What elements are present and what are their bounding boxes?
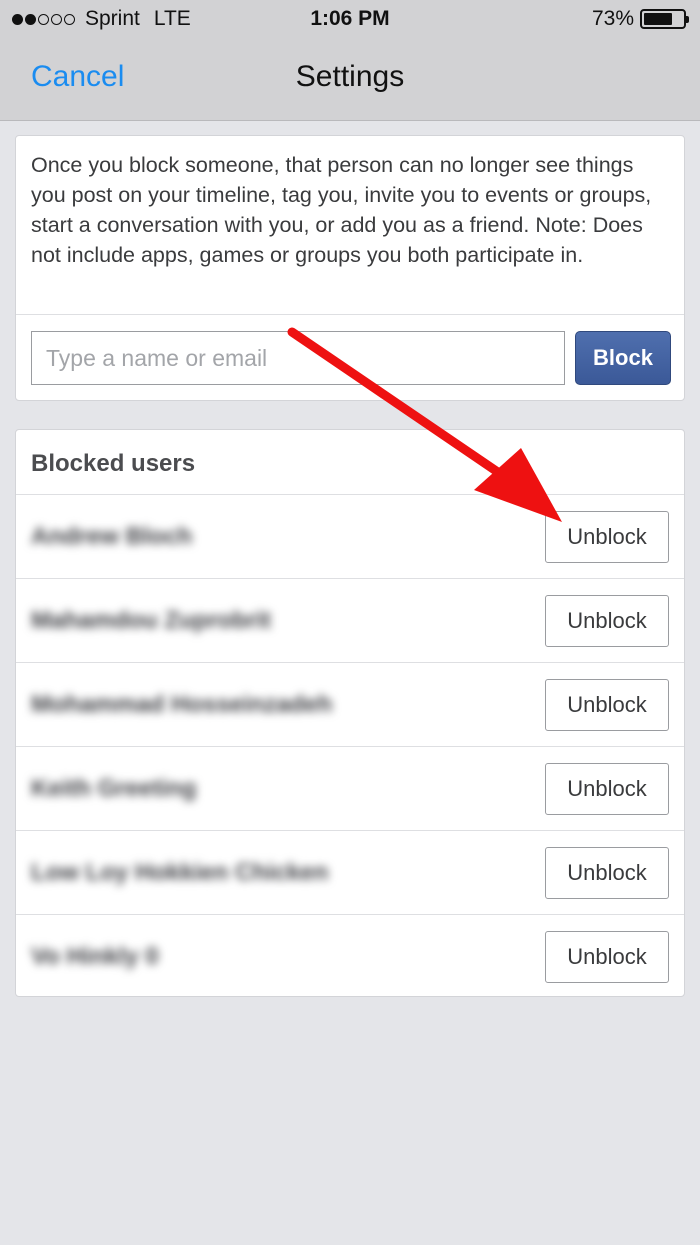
- divider: [16, 314, 684, 315]
- blocked-user-name: Mohammad Hosseinzadeh: [31, 691, 333, 718]
- unblock-button[interactable]: Unblock: [545, 763, 669, 815]
- block-description: Once you block someone, that person can …: [31, 153, 652, 267]
- status-right: 73%: [591, 7, 689, 31]
- battery-fill: [644, 13, 672, 25]
- battery-percent: 73%: [591, 7, 634, 30]
- unblock-button[interactable]: Unblock: [545, 595, 669, 647]
- blocked-user-name: Low Loy Hokkien Chicken: [31, 859, 329, 886]
- blocked-user-name: Keith Greeting: [31, 775, 197, 802]
- block-card: Once you block someone, that person can …: [15, 135, 685, 401]
- blocked-user-name: Andrew Bloch: [31, 523, 193, 550]
- unblock-button[interactable]: Unblock: [545, 847, 669, 899]
- blocked-users-card: Blocked users Andrew Bloch Unblock Maham…: [15, 429, 685, 997]
- unblock-button[interactable]: Unblock: [545, 511, 669, 563]
- blocked-users-header: Blocked users: [31, 450, 196, 477]
- blocked-user-row: Andrew Bloch Unblock: [16, 494, 684, 578]
- blocked-user-row: Mahamdou Zuprobrit Unblock: [16, 578, 684, 662]
- settings-screen: Sprint LTE 1:06 PM 73% Cancel Settings O…: [0, 0, 700, 1245]
- block-name-input[interactable]: [31, 331, 565, 385]
- battery-icon: [640, 9, 689, 29]
- page-title: Settings: [295, 60, 405, 93]
- unblock-button[interactable]: Unblock: [545, 679, 669, 731]
- blocked-user-row: Keith Greeting Unblock: [16, 746, 684, 830]
- unblock-button[interactable]: Unblock: [545, 931, 669, 983]
- blocked-user-row: Low Loy Hokkien Chicken Unblock: [16, 830, 684, 914]
- block-button[interactable]: Block: [575, 331, 671, 385]
- status-bar: Sprint LTE 1:06 PM 73%: [0, 0, 700, 40]
- blocked-user-row: Vo Hinkly 0 Unblock: [16, 914, 684, 998]
- blocked-user-name: Vo Hinkly 0: [31, 943, 159, 970]
- top-bar: Sprint LTE 1:06 PM 73% Cancel Settings: [0, 0, 700, 121]
- blocked-user-row: Mohammad Hosseinzadeh Unblock: [16, 662, 684, 746]
- blocked-user-name: Mahamdou Zuprobrit: [31, 607, 271, 634]
